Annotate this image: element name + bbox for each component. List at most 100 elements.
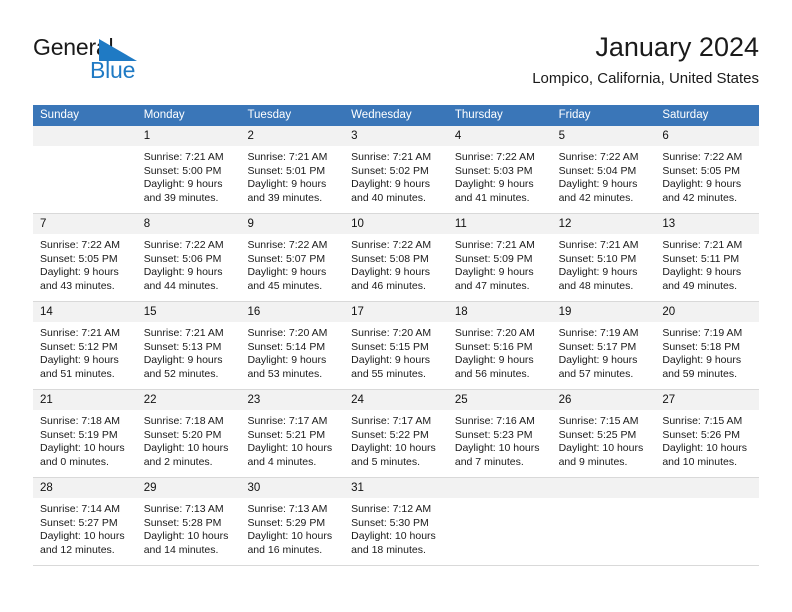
day-cell-3[interactable]: 3 Sunrise: 7:21 AM Sunset: 5:02 PM Daylight… [344, 126, 448, 213]
day-detail-line: Daylight: 9 hours [454, 178, 534, 191]
day-detail-line: Sunset: 5:14 PM [247, 340, 326, 353]
page-header: General Blue January 2024 Lompico, Calif… [33, 30, 759, 98]
day-details: Sunrise: 7:18 AM Sunset: 5:19 PM Daylight:… [33, 410, 137, 477]
day-detail-line: Daylight: 10 hours [454, 442, 540, 455]
day-detail-line: Sunset: 5:22 PM [351, 428, 429, 441]
day-detail-line: and 42 minutes. [662, 191, 738, 204]
day-detail-line: Daylight: 9 hours [558, 178, 638, 191]
day-detail-line: Sunrise: 7:20 AM [247, 327, 328, 339]
day-detail-line: Sunrise: 7:17 AM [247, 415, 328, 427]
day-cell-31[interactable]: 31 Sunrise: 7:12 AM Sunset: 5:30 PM Dayligh… [344, 478, 448, 565]
day-number: 10 [344, 214, 448, 234]
day-cell-6[interactable]: 6 Sunrise: 7:22 AM Sunset: 5:05 PM Daylight… [655, 126, 760, 213]
weekday-header-wednesday: Wednesday [351, 109, 412, 121]
day-detail-line: and 10 minutes. [662, 455, 738, 468]
day-details: Sunrise: 7:21 AM Sunset: 5:13 PM Daylight:… [136, 322, 241, 389]
day-detail-line: and 12 minutes. [40, 543, 115, 556]
day-number: 5 [551, 126, 656, 146]
day-detail-line: Sunset: 5:26 PM [662, 428, 740, 441]
day-cell-16[interactable]: 16 Sunrise: 7:20 AM Sunset: 5:14 PM Dayligh… [240, 302, 345, 389]
day-detail-line: and 7 minutes. [454, 455, 524, 468]
day-detail-line: and 48 minutes. [558, 279, 634, 292]
general-blue-logo[interactable]: General Blue [33, 34, 183, 90]
day-cell-13[interactable]: 13 Sunrise: 7:21 AM Sunset: 5:11 PM Dayligh… [655, 214, 760, 301]
day-cell-10[interactable]: 10 Sunrise: 7:22 AM Sunset: 5:08 PM Dayligh… [344, 214, 448, 301]
day-detail-line: Sunset: 5:23 PM [454, 428, 533, 441]
day-detail-line: Sunset: 5:06 PM [143, 252, 222, 265]
day-cell-2[interactable]: 2 Sunrise: 7:21 AM Sunset: 5:01 PM Daylight… [240, 126, 345, 213]
day-cell-9[interactable]: 9 Sunrise: 7:22 AM Sunset: 5:07 PM Daylight… [240, 214, 345, 301]
day-cell-26[interactable]: 26 Sunrise: 7:15 AM Sunset: 5:25 PM Dayligh… [551, 390, 656, 477]
day-cell-11[interactable]: 11 Sunrise: 7:21 AM Sunset: 5:09 PM Dayligh… [447, 214, 552, 301]
day-details: Sunrise: 7:21 AM Sunset: 5:12 PM Daylight:… [33, 322, 137, 389]
day-cell-19[interactable]: 19 Sunrise: 7:19 AM Sunset: 5:17 PM Dayligh… [551, 302, 656, 389]
day-cell-empty [655, 478, 760, 565]
day-cell-22[interactable]: 22 Sunrise: 7:18 AM Sunset: 5:20 PM Dayligh… [136, 390, 241, 477]
day-number: 23 [240, 390, 345, 410]
day-detail-line: Sunrise: 7:21 AM [247, 151, 328, 163]
day-number: 14 [33, 302, 137, 322]
day-detail-line: Sunrise: 7:18 AM [40, 415, 120, 427]
day-detail-line: Daylight: 10 hours [247, 530, 333, 543]
calendar-weeks: 1 Sunrise: 7:21 AM Sunset: 5:00 PM Daylight… [33, 126, 760, 566]
day-cell-5[interactable]: 5 Sunrise: 7:22 AM Sunset: 5:04 PM Daylight… [551, 126, 656, 213]
day-detail-line: Sunset: 5:01 PM [247, 164, 326, 177]
day-detail-line: Sunset: 5:28 PM [143, 516, 222, 529]
location-subtitle: Lompico, California, United States [532, 70, 759, 87]
day-cell-8[interactable]: 8 Sunrise: 7:22 AM Sunset: 5:06 PM Daylight… [136, 214, 241, 301]
day-detail-line: Sunrise: 7:19 AM [662, 327, 743, 339]
day-details: Sunrise: 7:22 AM Sunset: 5:07 PM Daylight:… [240, 234, 345, 301]
day-details: Sunrise: 7:17 AM Sunset: 5:22 PM Daylight:… [344, 410, 448, 477]
day-detail-line: Sunset: 5:08 PM [351, 252, 429, 265]
calendar-week-row: 21 Sunrise: 7:18 AM Sunset: 5:19 PM Dayligh… [33, 390, 760, 478]
day-cell-15[interactable]: 15 Sunrise: 7:21 AM Sunset: 5:13 PM Dayligh… [136, 302, 241, 389]
day-cell-1[interactable]: 1 Sunrise: 7:21 AM Sunset: 5:00 PM Daylight… [136, 126, 241, 213]
day-number [551, 478, 656, 498]
day-cell-23[interactable]: 23 Sunrise: 7:17 AM Sunset: 5:21 PM Dayligh… [240, 390, 345, 477]
day-detail-line: Sunrise: 7:22 AM [247, 239, 328, 251]
day-details [551, 498, 656, 565]
day-detail-line: and 16 minutes. [247, 543, 323, 556]
day-detail-line: Sunset: 5:29 PM [247, 516, 326, 529]
weekday-header-row: Sunday Monday Tuesday Wednesday Thursday Frid… [33, 105, 759, 126]
logo-text-blue: Blue [90, 57, 136, 83]
day-detail-line: Sunset: 5:02 PM [351, 164, 429, 177]
weekday-header-thursday: Thursday [454, 109, 503, 121]
day-details: Sunrise: 7:19 AM Sunset: 5:17 PM Daylight:… [551, 322, 656, 389]
day-details: Sunrise: 7:20 AM Sunset: 5:16 PM Daylight:… [447, 322, 552, 389]
day-cell-21[interactable]: 21 Sunrise: 7:18 AM Sunset: 5:19 PM Dayligh… [33, 390, 137, 477]
day-number: 6 [655, 126, 760, 146]
day-detail-line: Sunset: 5:20 PM [143, 428, 222, 441]
weekday-header-monday: Monday [143, 109, 185, 121]
day-cell-14[interactable]: 14 Sunrise: 7:21 AM Sunset: 5:12 PM Dayligh… [33, 302, 137, 389]
day-details [655, 498, 760, 565]
day-detail-line: Daylight: 10 hours [40, 530, 125, 543]
day-cell-18[interactable]: 18 Sunrise: 7:20 AM Sunset: 5:16 PM Dayligh… [447, 302, 552, 389]
day-cell-28[interactable]: 28 Sunrise: 7:14 AM Sunset: 5:27 PM Dayligh… [33, 478, 137, 565]
day-detail-line: Sunrise: 7:22 AM [558, 151, 639, 163]
day-number: 17 [344, 302, 448, 322]
day-details: Sunrise: 7:17 AM Sunset: 5:21 PM Daylight:… [240, 410, 345, 477]
day-cell-25[interactable]: 25 Sunrise: 7:16 AM Sunset: 5:23 PM Dayligh… [447, 390, 552, 477]
day-detail-line: Sunrise: 7:22 AM [662, 151, 743, 163]
day-detail-line: Sunrise: 7:15 AM [662, 415, 743, 427]
day-detail-line: Sunset: 5:07 PM [247, 252, 326, 265]
day-cell-4[interactable]: 4 Sunrise: 7:22 AM Sunset: 5:03 PM Daylight… [447, 126, 552, 213]
calendar-week-row: 7 Sunrise: 7:22 AM Sunset: 5:05 PM Daylight… [33, 214, 760, 302]
day-detail-line: and 0 minutes. [40, 455, 109, 468]
day-cell-29[interactable]: 29 Sunrise: 7:13 AM Sunset: 5:28 PM Dayligh… [136, 478, 241, 565]
day-cell-30[interactable]: 30 Sunrise: 7:13 AM Sunset: 5:29 PM Dayligh… [240, 478, 345, 565]
day-cell-27[interactable]: 27 Sunrise: 7:15 AM Sunset: 5:26 PM Dayligh… [655, 390, 760, 477]
day-number: 24 [344, 390, 448, 410]
day-cell-24[interactable]: 24 Sunrise: 7:17 AM Sunset: 5:22 PM Dayligh… [344, 390, 448, 477]
day-detail-line: and 49 minutes. [662, 279, 738, 292]
day-cell-12[interactable]: 12 Sunrise: 7:21 AM Sunset: 5:10 PM Dayligh… [551, 214, 656, 301]
day-detail-line: Sunset: 5:04 PM [558, 164, 637, 177]
day-cell-7[interactable]: 7 Sunrise: 7:22 AM Sunset: 5:05 PM Daylight… [33, 214, 137, 301]
day-cell-20[interactable]: 20 Sunrise: 7:19 AM Sunset: 5:18 PM Dayligh… [655, 302, 760, 389]
day-detail-line: and 39 minutes. [247, 191, 323, 204]
day-detail-line: and 47 minutes. [454, 279, 530, 292]
day-cell-17[interactable]: 17 Sunrise: 7:20 AM Sunset: 5:15 PM Dayligh… [344, 302, 448, 389]
day-detail-line: Sunset: 5:27 PM [40, 516, 118, 529]
day-detail-line: and 14 minutes. [143, 543, 219, 556]
